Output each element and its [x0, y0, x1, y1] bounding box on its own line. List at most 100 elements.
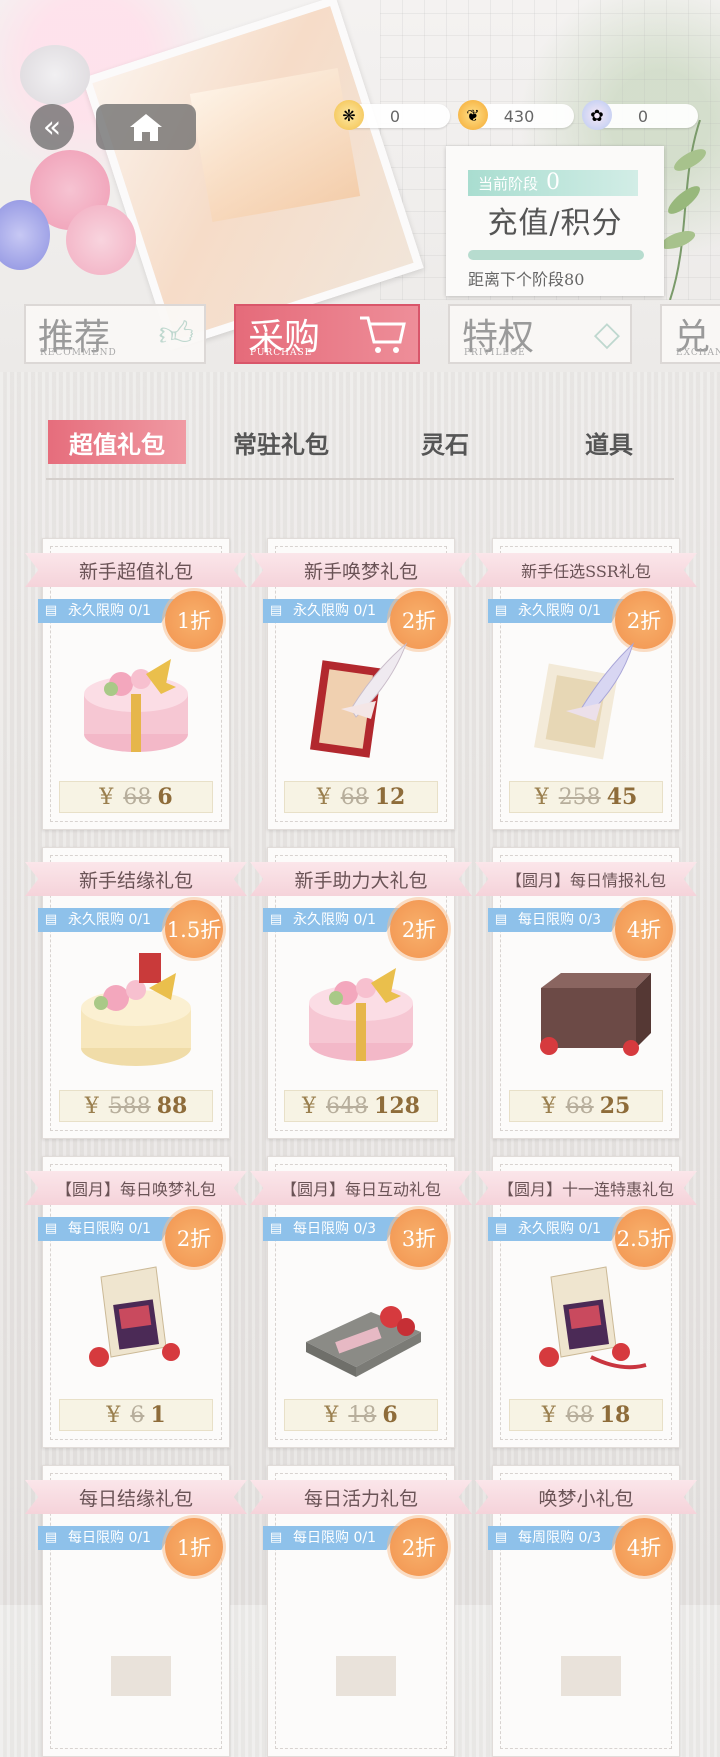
stage-progress-bar — [468, 250, 644, 260]
gift-title: 新手结缘礼包 — [25, 862, 247, 896]
shop-icon: ▤ — [44, 603, 58, 618]
original-price: 68 — [565, 1093, 594, 1119]
original-price: 68 — [565, 1402, 594, 1428]
cart-icon — [360, 316, 406, 353]
subtab-items[interactable]: 道具 — [540, 420, 678, 464]
gift-card[interactable]: 每日活力礼包 每日限购 0/1 ▤ 2折 — [250, 1465, 472, 1757]
flower-decoration — [66, 205, 136, 275]
subtab-value-packs[interactable]: 超值礼包 — [48, 420, 186, 464]
shop-icon: ▤ — [269, 603, 283, 618]
gray-box-with-roses-icon — [306, 1306, 421, 1377]
price-button[interactable]: ¥68 6 — [59, 781, 213, 813]
subtab-spirit-stones[interactable]: 灵石 — [376, 420, 514, 464]
gift-card[interactable]: 【圆月】每日互动礼包 每日限购 0/3 ▤ 3折 ¥18 6 — [250, 1156, 472, 1448]
price-button[interactable]: ¥588 88 — [59, 1090, 213, 1122]
stage-value: 0 — [546, 170, 561, 195]
price-button[interactable]: ¥258 45 — [509, 781, 663, 813]
gift-card[interactable]: 【圆月】每日唤梦礼包 每日限购 0/1 ▤ 2折 ¥6 1 — [25, 1156, 247, 1448]
red-card-with-feather-icon — [310, 642, 408, 758]
flower-decoration — [20, 45, 90, 105]
shop-icon: ▤ — [494, 603, 508, 618]
feather-coin-icon: ❋ — [334, 100, 364, 130]
next-stage-text: 距离下个阶段80 — [468, 270, 585, 289]
shop-icon: ▤ — [494, 912, 508, 927]
tab-en-label: RECOMMEND — [40, 348, 117, 358]
gift-title: 【圆月】十一连特惠礼包 — [475, 1171, 697, 1205]
price-button[interactable]: ¥68 12 — [284, 781, 438, 813]
currency-symbol: ¥ — [541, 1402, 556, 1428]
sale-price: 6 — [157, 784, 173, 810]
sale-price: 1 — [150, 1402, 166, 1428]
price-button[interactable]: ¥6 1 — [59, 1399, 213, 1431]
shop-icon: ▤ — [269, 1221, 283, 1236]
diamond-icon: ◇ — [593, 314, 620, 354]
back-button[interactable]: « — [30, 104, 74, 150]
tab-exchange[interactable]: 兑换 EXCHANGE — [660, 304, 720, 364]
gift-title: 唤梦小礼包 — [475, 1480, 697, 1514]
gift-card[interactable]: 新手结缘礼包 永久限购 0/1 ▤ 1.5折 ¥588 88 — [25, 847, 247, 1139]
open-card-box-with-ribbon-icon — [539, 1266, 647, 1370]
gift-card[interactable]: 新手任选SSR礼包 永久限购 0/1 ▤ 2折 ¥258 45 — [475, 538, 697, 830]
price-button[interactable]: ¥68 18 — [509, 1399, 663, 1431]
shop-icon: ▤ — [44, 912, 58, 927]
tab-recommend[interactable]: 推荐 RECOMMEND 👍︎ — [24, 304, 206, 364]
original-price: 588 — [108, 1093, 151, 1119]
partial-item-icon — [336, 1656, 396, 1696]
gift-card[interactable]: 新手助力大礼包 永久限购 0/1 ▤ 2折 ¥648 128 — [250, 847, 472, 1139]
subtab-regular-packs[interactable]: 常驻礼包 — [212, 420, 350, 464]
gift-card[interactable]: 唤梦小礼包 每周限购 0/3 ▤ 4折 — [475, 1465, 697, 1757]
pink-gift-box-large-icon — [309, 968, 413, 1061]
currency-symbol: ¥ — [324, 1402, 339, 1428]
tab-privilege[interactable]: 特权 PRIVILEGE ◇ — [448, 304, 632, 364]
gift-title: 新手任选SSR礼包 — [475, 553, 697, 587]
currency-symbol: ¥ — [84, 1093, 99, 1119]
gift-title: 【圆月】每日唤梦礼包 — [25, 1171, 247, 1205]
gift-card[interactable]: 【圆月】十一连特惠礼包 永久限购 0/1 ▤ 2.5折 ¥68 18 — [475, 1156, 697, 1448]
stage-label: 当前阶段 0 — [468, 170, 638, 196]
tab-en-label: PURCHASE — [250, 348, 313, 358]
original-price: 68 — [123, 784, 152, 810]
shop-icon: ▤ — [269, 912, 283, 927]
tab-en-label: PRIVILEGE — [464, 348, 526, 358]
brown-box-with-roses-icon — [540, 973, 651, 1056]
points-card[interactable]: 当前阶段 0 充值/积分 距离下个阶段80 — [446, 146, 664, 296]
shop-icon: ▤ — [44, 1530, 58, 1545]
sale-price: 88 — [156, 1093, 188, 1119]
points-title: 充值/积分 — [487, 206, 623, 241]
sale-price: 25 — [599, 1093, 631, 1119]
original-price: 6 — [130, 1402, 145, 1428]
tab-en-label: EXCHANGE — [676, 348, 720, 358]
sale-price: 18 — [599, 1402, 631, 1428]
price-button[interactable]: ¥68 25 — [509, 1090, 663, 1122]
original-price: 18 — [348, 1402, 377, 1428]
gift-card[interactable]: 【圆月】每日情报礼包 每日限购 0/3 ▤ 4折 ¥68 25 — [475, 847, 697, 1139]
shop-icon: ▤ — [44, 1221, 58, 1236]
gift-card[interactable]: 新手唤梦礼包 永久限购 0/1 ▤ 2折 ¥68 12 — [250, 538, 472, 830]
original-price: 258 — [558, 784, 601, 810]
home-button[interactable] — [96, 104, 196, 150]
pink-gift-box-icon — [84, 659, 188, 752]
gift-card[interactable]: 每日结缘礼包 每日限购 0/1 ▤ 1折 — [25, 1465, 247, 1757]
gift-title: 【圆月】每日互动礼包 — [250, 1171, 472, 1205]
sale-price: 128 — [374, 1093, 420, 1119]
price-button[interactable]: ¥18 6 — [284, 1399, 438, 1431]
shop-icon: ▤ — [494, 1221, 508, 1236]
sale-price: 45 — [606, 784, 638, 810]
envelope-with-feather-icon — [534, 642, 635, 760]
gift-card[interactable]: 新手超值礼包 永久限购 0/1 ▤ 1折 ¥68 6 — [25, 538, 247, 830]
back-icon: « — [42, 109, 62, 145]
yellow-gift-box-icon — [81, 953, 191, 1066]
rainbow-feather-icon: ✿ — [582, 100, 612, 130]
currency-symbol: ¥ — [302, 1093, 317, 1119]
sale-price: 6 — [382, 1402, 398, 1428]
partial-item-icon — [561, 1656, 621, 1696]
original-price: 68 — [340, 784, 369, 810]
original-price: 648 — [326, 1093, 369, 1119]
price-button[interactable]: ¥648 128 — [284, 1090, 438, 1122]
thumbs-up-icon: 👍︎ — [158, 314, 194, 354]
subtab-divider — [46, 478, 674, 480]
gift-title: 每日结缘礼包 — [25, 1480, 247, 1514]
tab-purchase[interactable]: 采购 PURCHASE — [234, 304, 420, 364]
open-card-box-with-roses-icon — [89, 1266, 180, 1367]
currency-symbol: ¥ — [99, 784, 114, 810]
